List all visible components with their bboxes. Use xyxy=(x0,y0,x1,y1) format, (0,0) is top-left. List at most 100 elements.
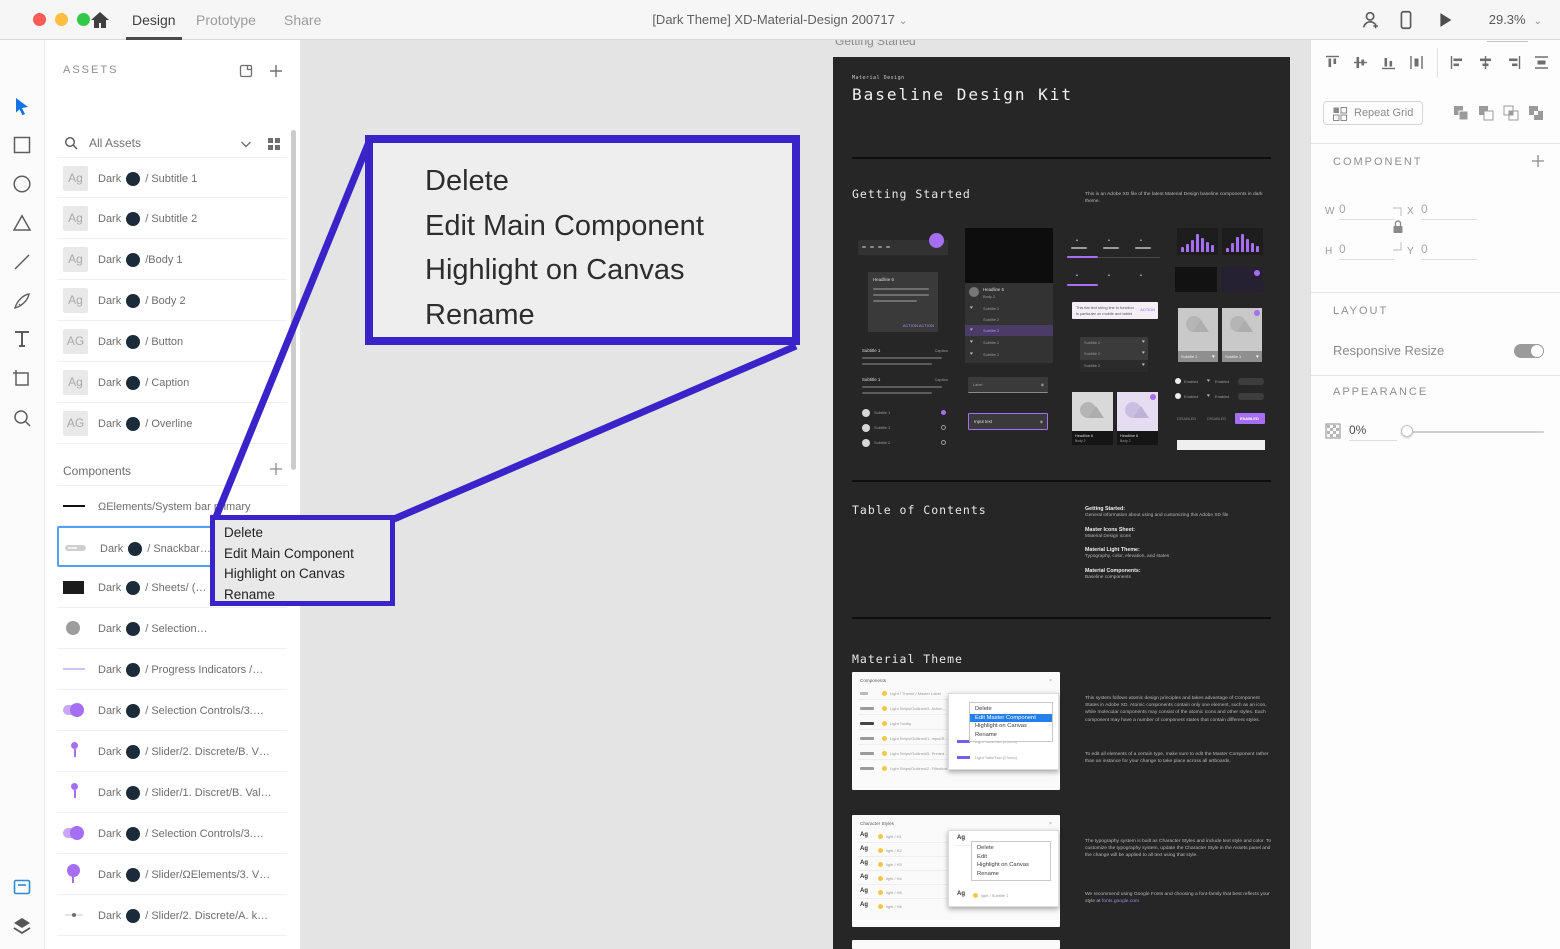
list-item-component[interactable]: Dark/ Slider/2. Discrete/A. k… xyxy=(57,895,287,936)
x-field[interactable]: 0 xyxy=(1421,202,1477,220)
document-title-text: [Dark Theme] XD-Material-Design 200717 xyxy=(652,12,895,27)
list-item-character-style[interactable]: Ag Dark/ Subtitle 2 xyxy=(57,198,287,239)
context-menu-item-delete[interactable]: Delete xyxy=(224,523,390,544)
align-right-icon[interactable] xyxy=(1505,54,1522,71)
assets-panel-icon[interactable] xyxy=(11,876,33,898)
collage-bar-chart xyxy=(1222,228,1263,255)
color-dot xyxy=(126,745,140,759)
add-asset-icon[interactable] xyxy=(268,63,284,79)
opacity-slider-knob[interactable] xyxy=(1401,425,1413,437)
height-field[interactable]: 0 xyxy=(1339,242,1395,260)
fonts-google-link[interactable]: fonts.google.com xyxy=(1102,899,1139,904)
document-assets-icon[interactable] xyxy=(238,63,254,79)
layers-panel-icon[interactable] xyxy=(11,915,33,937)
rectangle-tool-icon[interactable] xyxy=(11,134,33,156)
component-suffix: / Selection… xyxy=(145,623,207,635)
color-dot xyxy=(126,827,140,841)
list-item-character-style[interactable]: Ag Dark/ Subtitle 1 xyxy=(57,157,287,198)
align-center-horizontal-icon[interactable] xyxy=(1477,54,1494,71)
component-prefix: Dark xyxy=(98,787,121,799)
boolean-intersect-icon[interactable] xyxy=(1502,104,1520,122)
list-item-component[interactable]: Dark/ Slider/ΩElements/3. V… xyxy=(57,854,287,895)
list-item-component[interactable]: Dark/ Slider/1. Discret/B. Val… xyxy=(57,772,287,813)
boolean-add-icon[interactable] xyxy=(1452,104,1470,122)
context-menu-item-edit-main-component[interactable]: Edit Main Component xyxy=(224,544,390,565)
line-tool-icon[interactable] xyxy=(11,251,33,273)
collage-buttons: DISABLED DISABLED ENABLED xyxy=(1177,413,1265,425)
list-label: Subtitle 2 xyxy=(983,317,999,322)
menu-item: Rename xyxy=(972,870,1050,879)
align-top-icon[interactable] xyxy=(1324,54,1341,71)
context-menu-item-rename[interactable]: Rename xyxy=(224,585,390,606)
disabled-button-label: DISABLED xyxy=(1177,416,1196,421)
list-item-character-style[interactable]: AG Dark/ Overline xyxy=(57,403,287,444)
ellipse-tool-icon[interactable] xyxy=(11,173,33,195)
style-suffix: /Body 1 xyxy=(145,254,182,266)
device-preview-icon[interactable] xyxy=(1395,9,1417,31)
distribute-vertical-icon[interactable] xyxy=(1533,54,1550,71)
artboard-label[interactable]: Getting Started xyxy=(835,40,916,48)
list-item-component[interactable]: Dark/ Selection Controls/3.… xyxy=(57,690,287,731)
character-style-thumbnail: Ag xyxy=(63,370,88,395)
list-label: Subtitle 2 xyxy=(874,440,890,445)
align-middle-vertical-icon[interactable] xyxy=(1352,54,1369,71)
lock-aspect-icon[interactable] xyxy=(1391,204,1405,254)
component-section-title: COMPONENT xyxy=(1333,156,1423,168)
zoom-tool-icon[interactable] xyxy=(11,407,33,429)
boolean-subtract-icon[interactable] xyxy=(1477,104,1495,122)
assets-filter-value: All Assets xyxy=(89,136,141,150)
distribute-horizontal-icon[interactable] xyxy=(1408,54,1425,71)
artboard-tool-icon[interactable] xyxy=(11,367,33,389)
document-title[interactable]: [Dark Theme] XD-Material-Design 200717 ⌄ xyxy=(0,0,1560,40)
component-thumbnail xyxy=(63,780,88,805)
list-item-component[interactable]: Dark/ Progress Indicators/1.… xyxy=(57,936,287,949)
text-tool-icon[interactable] xyxy=(11,328,33,350)
repeat-grid-button[interactable]: Repeat Grid xyxy=(1323,101,1423,125)
y-field[interactable]: 0 xyxy=(1421,242,1477,260)
play-preview-icon[interactable] xyxy=(1434,9,1456,31)
opacity-field[interactable]: 0% xyxy=(1349,423,1397,441)
artboard-getting-started[interactable]: Material Design Baseline Design Kit Gett… xyxy=(833,57,1290,949)
add-component-icon[interactable] xyxy=(268,461,284,477)
zoom-control[interactable]: 29.3%⌄ xyxy=(1487,0,1542,40)
width-field[interactable]: 0 xyxy=(1339,202,1395,220)
style-suffix: / Overline xyxy=(145,418,192,430)
chevron-down-icon[interactable] xyxy=(238,136,254,152)
component-thumbnail xyxy=(63,903,88,928)
grid-view-icon[interactable] xyxy=(266,136,282,152)
list-item-component[interactable]: Dark/ Progress Indicators /… xyxy=(57,649,287,690)
opacity-slider-track[interactable] xyxy=(1407,431,1544,433)
select-tool-icon[interactable] xyxy=(11,96,33,118)
divider xyxy=(852,480,1271,482)
boolean-exclude-icon[interactable] xyxy=(1527,104,1545,122)
style-prefix: Dark xyxy=(98,336,121,348)
card-footer-sub: Body 2 xyxy=(1075,439,1086,443)
list-item-component[interactable]: Dark/ Selection Controls/3.… xyxy=(57,813,287,854)
invite-user-icon[interactable] xyxy=(1360,9,1382,31)
assets-scrollbar[interactable] xyxy=(291,130,296,470)
list-item-character-style[interactable]: Ag Dark/Body 1 xyxy=(57,239,287,280)
list-item-component[interactable]: Dark/ Selection… xyxy=(57,608,287,649)
ag-thumb: Ag xyxy=(957,835,965,841)
assets-search[interactable]: All Assets xyxy=(63,135,286,153)
align-left-icon[interactable] xyxy=(1449,54,1466,71)
pen-tool-icon[interactable] xyxy=(11,290,33,312)
control-label: Enabled xyxy=(1184,379,1198,384)
add-component-state-icon[interactable] xyxy=(1530,153,1546,169)
responsive-resize-toggle[interactable] xyxy=(1514,344,1544,358)
component-thumbnail xyxy=(63,616,88,641)
align-bottom-icon[interactable] xyxy=(1380,54,1397,71)
context-menu-item-highlight-on-canvas[interactable]: Highlight on Canvas xyxy=(224,564,390,585)
list-item-character-style[interactable]: AG Dark/ Button xyxy=(57,321,287,362)
component-thumbnail xyxy=(63,698,88,723)
width-label: W xyxy=(1325,206,1334,217)
list-item-character-style[interactable]: Ag Dark/ Body 2 xyxy=(57,280,287,321)
ag-thumb: Ag xyxy=(957,891,965,897)
polygon-tool-icon[interactable] xyxy=(11,212,33,234)
screenshot-context-menu: Delete Edit Highlight on Canvas Rename xyxy=(971,841,1051,881)
list-item-character-style[interactable]: Ag Dark/ Caption xyxy=(57,362,287,403)
list-item-component[interactable]: Dark/ Slider/2. Discrete/B. V… xyxy=(57,731,287,772)
component-thumbnail xyxy=(63,657,88,682)
callout-menu-item-highlight-on-canvas: Highlight on Canvas xyxy=(425,248,792,293)
list-label: Subtitle 2 xyxy=(983,306,999,311)
